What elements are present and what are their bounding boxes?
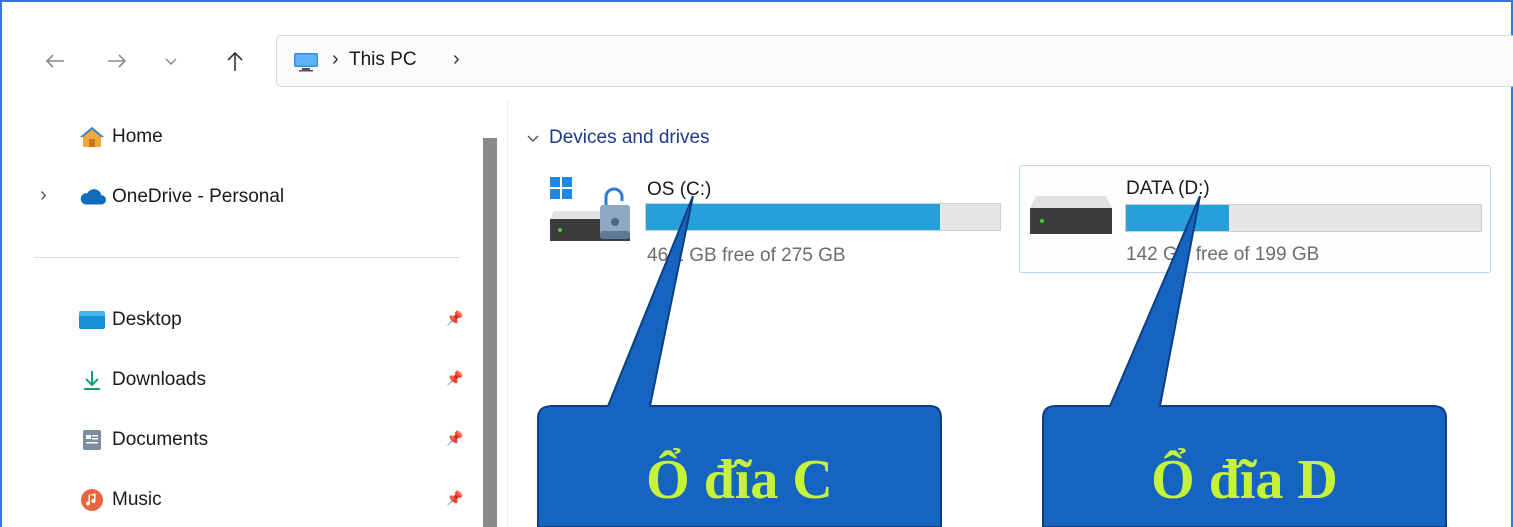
pin-icon[interactable]: 📌	[446, 430, 463, 447]
system-drive-locked-icon	[550, 177, 630, 241]
download-icon	[78, 368, 106, 392]
sidebar-item-music[interactable]: Music	[78, 485, 162, 515]
monitor-icon	[294, 53, 318, 72]
callout-c-label: Ổ đĩa C	[646, 449, 833, 511]
sidebar-item-label: Music	[112, 489, 162, 510]
sidebar-item-label: OneDrive - Personal	[112, 186, 285, 207]
storage-bar	[645, 203, 1001, 231]
navigation-pane: Home › OneDrive - Personal Desktop 📌 Dow…	[2, 100, 507, 527]
drive-tile-d[interactable]: DATA (D:) 142 GB free of 199 GB	[1019, 165, 1491, 273]
expand-chevron[interactable]: ›	[40, 184, 47, 207]
sidebar-item-label: Documents	[112, 429, 209, 450]
storage-bar-fill	[646, 204, 940, 230]
hard-drive-icon	[1030, 196, 1112, 234]
nav-scrollbar[interactable]	[483, 138, 497, 527]
breadcrumb-separator[interactable]: ›	[332, 48, 339, 71]
storage-bar-fill	[1126, 205, 1229, 231]
drive-tile-c[interactable]: OS (C:) 46.1 GB free of 275 GB	[540, 165, 1010, 273]
documents-icon	[78, 428, 106, 452]
drive-name: DATA (D:)	[1126, 178, 1210, 199]
home-icon	[78, 125, 106, 149]
sidebar-item-documents[interactable]: Documents	[78, 425, 208, 455]
pin-icon[interactable]: 📌	[446, 490, 463, 507]
sidebar-item-downloads[interactable]: Downloads	[78, 365, 206, 395]
storage-bar	[1125, 204, 1482, 232]
arrow-right-icon	[108, 54, 127, 68]
sidebar-item-home[interactable]: Home	[78, 122, 163, 152]
group-label: Devices and drives	[549, 127, 710, 148]
back-button[interactable]	[40, 44, 70, 78]
pane-separator[interactable]	[507, 100, 508, 527]
chevron-down-icon	[165, 58, 177, 66]
forward-button[interactable]	[102, 44, 132, 78]
pin-icon[interactable]: 📌	[446, 370, 463, 387]
nav-divider	[34, 257, 460, 258]
music-icon	[78, 488, 106, 512]
up-button[interactable]	[220, 44, 250, 78]
breadcrumb-separator[interactable]: ›	[453, 48, 460, 71]
recent-locations-button[interactable]	[156, 44, 186, 78]
callout-d-label: Ổ đĩa D	[1151, 449, 1338, 511]
breadcrumb-this-pc[interactable]: This PC	[349, 49, 417, 71]
sidebar-item-label: Downloads	[112, 369, 206, 390]
arrow-left-icon	[45, 54, 64, 68]
chevron-down-icon[interactable]	[527, 130, 539, 146]
address-bar[interactable]: › This PC ›	[276, 35, 1513, 87]
desktop-folder-icon	[78, 308, 106, 332]
arrow-up-icon	[227, 51, 243, 71]
sidebar-item-desktop[interactable]: Desktop	[78, 305, 182, 335]
cloud-icon	[78, 185, 106, 209]
drive-free-space: 46.1 GB free of 275 GB	[647, 245, 846, 266]
drive-free-space: 142 GB free of 199 GB	[1126, 244, 1320, 265]
pin-icon[interactable]: 📌	[446, 310, 463, 327]
group-header-devices[interactable]: Devices and drives	[527, 127, 710, 149]
sidebar-item-label: Desktop	[112, 309, 182, 330]
sidebar-item-onedrive[interactable]: OneDrive - Personal	[78, 182, 284, 212]
sidebar-item-label: Home	[112, 126, 163, 147]
drive-name: OS (C:)	[647, 179, 712, 200]
